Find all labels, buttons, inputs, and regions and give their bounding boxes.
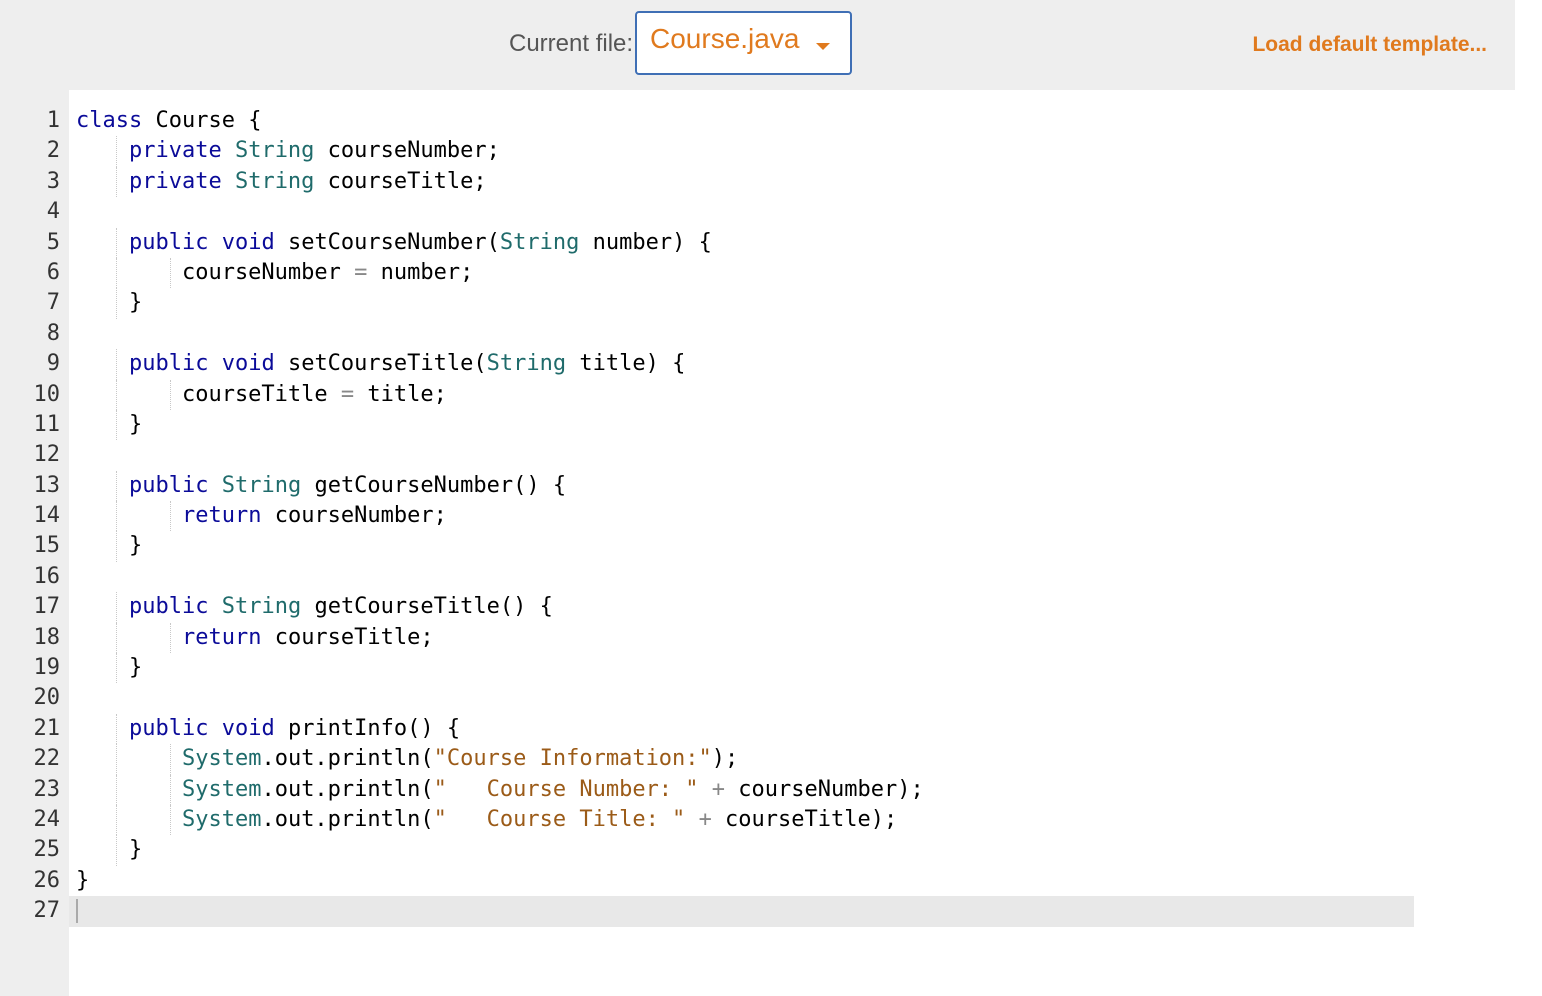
code-line[interactable]: 9 public void setCourseTitle(String titl… [0, 349, 1515, 380]
code-text: } [76, 837, 143, 863]
code-text: return courseNumber; [181, 503, 447, 529]
line-number: 10 [33, 381, 61, 407]
code-line[interactable]: 23 System.out.println(" Course Number: "… [0, 774, 1515, 805]
code-line[interactable]: 25 } [0, 835, 1515, 866]
text-cursor [76, 899, 78, 924]
code-line[interactable]: 14 return courseNumber; [0, 501, 1515, 532]
code-text: private String courseTitle; [128, 168, 487, 194]
selected-file-name: Course.java [650, 23, 800, 54]
line-number: 7 [46, 290, 60, 316]
code-text: } [76, 290, 143, 316]
code-text: System.out.println("Course Information:"… [181, 746, 739, 772]
line-number: 11 [33, 411, 61, 437]
code-line[interactable]: 4 [0, 197, 1515, 227]
code-text: System.out.println(" Course Number: " + … [181, 776, 924, 802]
line-number: 2 [46, 138, 60, 164]
code-line[interactable]: 5 public void setCourseNumber(String num… [0, 227, 1515, 258]
code-text: System.out.println(" Course Title: " + c… [181, 806, 898, 832]
line-number: 4 [46, 199, 60, 225]
active-line-highlight [69, 896, 1414, 927]
code-line[interactable]: 13 public String getCourseNumber() { [0, 470, 1515, 502]
line-number: 19 [33, 655, 61, 681]
line-number: 3 [46, 168, 60, 194]
code-text: public String getCourseNumber() { [128, 472, 567, 498]
code-line[interactable]: 6 courseNumber = number; [0, 257, 1515, 289]
code-line[interactable]: 21 public void printInfo() { [0, 713, 1515, 745]
code-line[interactable]: 11 } [0, 409, 1515, 441]
chevron-down-icon [816, 43, 830, 50]
line-number: 12 [33, 442, 61, 468]
code-line[interactable]: 24 System.out.println(" Course Title: " … [0, 804, 1515, 836]
code-line[interactable]: 8 [0, 319, 1515, 349]
code-line[interactable]: 3 private String courseTitle; [0, 166, 1515, 198]
line-number: 24 [33, 806, 61, 832]
code-line[interactable]: 18 return courseTitle; [0, 622, 1515, 654]
code-line[interactable]: 19 } [0, 653, 1515, 684]
file-select-dropdown[interactable]: Course.java [635, 11, 852, 75]
current-file-label: Current file: [509, 30, 634, 57]
line-number: 8 [46, 320, 60, 346]
line-number: 5 [46, 229, 60, 255]
code-text: public void printInfo() { [128, 715, 461, 741]
line-number: 22 [33, 746, 61, 772]
code-text: public void setCourseNumber(String numbe… [128, 229, 712, 255]
app-frame: Current file: Course.java Load default t… [0, 0, 1515, 996]
code-text: } [76, 411, 143, 437]
code-text: courseNumber = number; [76, 259, 474, 285]
line-number: 27 [33, 898, 61, 924]
code-line[interactable]: 10 courseTitle = title; [0, 379, 1515, 410]
line-number: 13 [33, 472, 61, 498]
code-text: courseTitle = title; [76, 381, 447, 407]
code-text: public void setCourseTitle(String title)… [128, 351, 686, 377]
line-number: 18 [33, 624, 61, 650]
line-number: 23 [33, 776, 61, 802]
code-line[interactable]: 1 class Course { [0, 106, 1515, 136]
code-line[interactable]: 27 [0, 896, 1515, 927]
line-number: 26 [33, 867, 61, 893]
code-text: return courseTitle; [181, 624, 434, 650]
code-line[interactable]: 16 [0, 562, 1515, 592]
code-editor[interactable]: 1 class Course { 2 private String courseNu… [0, 90, 1515, 996]
code-line[interactable]: 2 private String courseNumber; [0, 136, 1515, 167]
code-line[interactable]: 22 System.out.println("Course Informatio… [0, 744, 1515, 775]
line-number: 17 [33, 594, 61, 620]
load-default-template-link[interactable]: Load default template... [1252, 33, 1487, 57]
line-number: 14 [33, 503, 61, 529]
line-number: 16 [33, 563, 61, 589]
line-number: 15 [33, 533, 61, 559]
code-text: } [76, 655, 143, 681]
code-text: public String getCourseTitle() { [128, 594, 553, 620]
line-number: 21 [33, 715, 61, 741]
line-number: 9 [46, 351, 60, 377]
code-text: private String courseNumber; [128, 138, 500, 164]
code-line[interactable]: 17 public String getCourseTitle() { [0, 592, 1515, 623]
code-line[interactable]: 15 } [0, 531, 1515, 562]
code-line[interactable]: 20 [0, 683, 1515, 713]
line-number: 1 [46, 108, 60, 133]
line-number: 20 [33, 685, 61, 711]
code-line[interactable]: 12 [0, 440, 1515, 470]
code-line[interactable]: 26} [0, 866, 1515, 896]
code-text: class Course { [76, 108, 262, 133]
code-lines[interactable]: 1 class Course { 2 private String courseNu… [0, 106, 1515, 927]
code-text: } [76, 533, 143, 559]
code-line[interactable]: 7 } [0, 288, 1515, 319]
toolbar: Current file: Course.java Load default t… [0, 0, 1515, 90]
code-text: } [76, 867, 90, 893]
line-number: 6 [46, 259, 60, 285]
line-number: 25 [33, 837, 61, 863]
